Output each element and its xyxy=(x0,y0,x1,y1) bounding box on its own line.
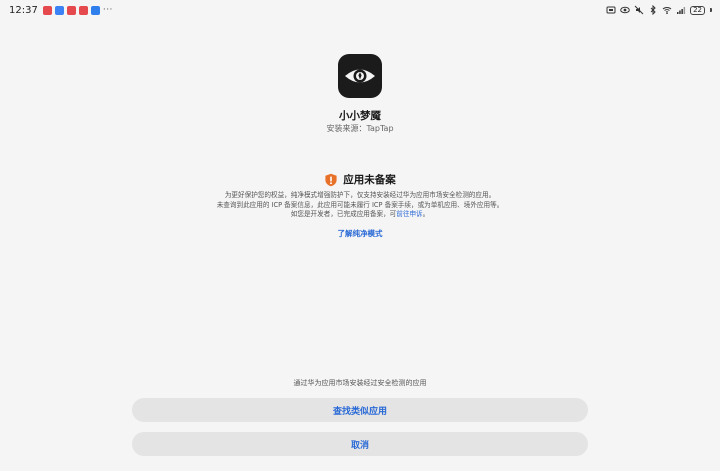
eye-comfort-icon xyxy=(620,6,630,14)
notification-icon xyxy=(66,5,76,15)
description-line-3: 如您是开发者，已完成应用备案，可前往申诉。 xyxy=(150,210,570,220)
battery-tip xyxy=(710,8,712,12)
description-line-1: 为更好保护您的权益，纯净模式增强防护下，仅支持安装经过华为应用市场安全检测的应用… xyxy=(224,191,496,199)
app-icon xyxy=(338,54,382,98)
description-line-2: 未查询到此应用的 ICP 备案信息，此应用可能未履行 ICP 备案手续，或为单机… xyxy=(216,200,504,209)
learn-pure-mode-link[interactable]: 了解纯净模式 xyxy=(0,228,720,239)
install-hint: 通过华为应用市场安装经过安全检测的应用 xyxy=(293,379,427,387)
description-line-3-text: 如您是开发者，已完成应用备案，可 xyxy=(290,210,397,218)
warning-header: 应用未备案 xyxy=(0,172,720,187)
warning-title: 应用未备案 xyxy=(343,174,396,186)
cancel-button[interactable]: 取消 xyxy=(132,432,588,456)
notification-icon xyxy=(54,5,64,15)
status-time: 12:37 xyxy=(9,4,38,16)
notification-icon xyxy=(42,5,52,15)
description-line-3-end: 。 xyxy=(422,210,430,218)
nfc-icon xyxy=(606,6,616,14)
notification-icon xyxy=(78,5,88,15)
status-bar-right: 22 xyxy=(606,5,712,15)
battery-level: 22 xyxy=(693,5,702,14)
find-similar-apps-button[interactable]: 查找类似应用 xyxy=(132,398,588,422)
battery-icon: 22 xyxy=(690,5,705,15)
warning-shield-icon xyxy=(325,173,337,186)
wifi-icon xyxy=(662,7,672,15)
app-source: 安装来源：TapTap xyxy=(326,124,394,133)
notification-icon xyxy=(90,5,100,15)
bluetooth-icon xyxy=(650,5,656,15)
status-bar: 12:37 ··· 22 xyxy=(0,0,720,20)
more-notifications-icon: ··· xyxy=(102,5,113,15)
status-bar-left: 12:37 ··· xyxy=(9,5,113,16)
warning-description: 为更好保护您的权益，纯净模式增强防护下，仅支持安装经过华为应用市场安全检测的应用… xyxy=(150,191,570,220)
eye-icon xyxy=(345,69,375,83)
appeal-link[interactable]: 前往申诉 xyxy=(396,210,422,218)
signal-icon xyxy=(677,7,686,14)
app-name: 小小梦魇 xyxy=(339,110,381,122)
mute-icon xyxy=(634,5,644,15)
